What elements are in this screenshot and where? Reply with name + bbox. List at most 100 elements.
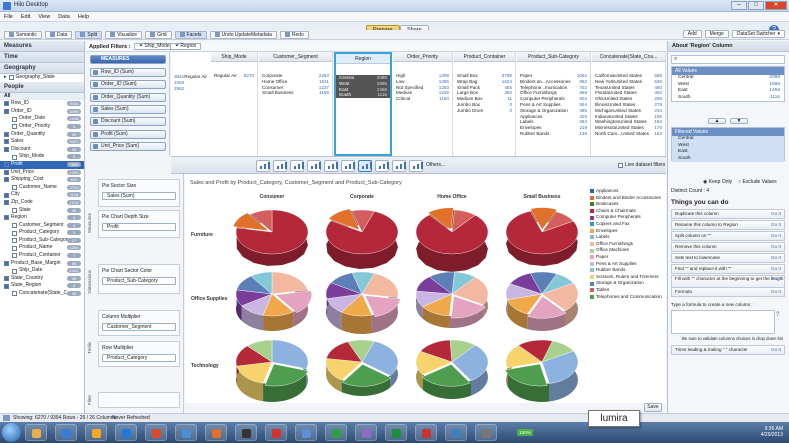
trim-action[interactable]: Trims leading & trailing " " character Go… <box>671 345 785 355</box>
pie-1-0[interactable] <box>235 271 312 331</box>
checkbox[interactable] <box>12 222 17 228</box>
measure-item[interactable]: Unit_Price (Sum) <box>90 141 166 151</box>
go-link[interactable]: Go It <box>771 210 781 218</box>
trim-go-link[interactable]: Go It <box>771 346 781 354</box>
action-item[interactable]: Sets text to lowercase Go It <box>671 253 785 263</box>
action-item[interactable]: Remove this column Go It <box>671 242 785 252</box>
checkbox[interactable] <box>4 131 9 137</box>
go-link[interactable]: Go It <box>771 243 781 251</box>
sidebar-item-region[interactable]: Region 4 <box>0 214 84 222</box>
pie-2-3[interactable] <box>504 339 579 402</box>
sidebar-section-people[interactable]: People <box>0 81 84 93</box>
pie-3d-chart-icon[interactable] <box>358 160 372 172</box>
go-link[interactable]: Go It <box>771 221 781 229</box>
excel-taskbar-icon[interactable] <box>325 424 347 441</box>
move-up-button[interactable]: ▲ <box>708 118 726 124</box>
pie-depth-size-field[interactable]: Profit <box>102 223 176 231</box>
facet-value[interactable]: North Caro...United States 152 <box>592 131 665 137</box>
checkbox[interactable] <box>4 101 9 107</box>
checkbox[interactable] <box>12 185 17 191</box>
facet-value[interactable]: Jumbo Drum 0 <box>454 108 515 114</box>
sidebar-item-order-quantity[interactable]: Order_Quantity 50 <box>0 131 84 139</box>
checkbox[interactable] <box>12 291 17 297</box>
go-link[interactable]: Go It <box>771 232 781 240</box>
facet-column-region[interactable]: Region Central 2098 West 1598 East 1458 South 11… <box>334 52 392 156</box>
pie-0-3[interactable] <box>505 207 579 266</box>
move-down-button[interactable]: ▼ <box>730 118 748 124</box>
checkbox[interactable] <box>12 253 17 259</box>
redo-button[interactable]: Redo <box>279 30 309 39</box>
menu-help[interactable]: Help <box>78 14 89 20</box>
legend-entry[interactable]: Storage & Organization <box>590 280 664 287</box>
sidebar-item-ship-date[interactable]: Ship_Date 1422 <box>0 267 84 275</box>
filter-chip-ship-mode[interactable]: ⏷ Ship_Mode <box>134 43 175 50</box>
legend-entry[interactable]: Office Furnishings <box>590 241 664 248</box>
pie-2-1[interactable] <box>325 339 399 396</box>
pie-sector-size-field[interactable]: Sales (Sum) <box>102 192 176 200</box>
pie-0-0[interactable] <box>232 209 309 266</box>
checkbox[interactable] <box>4 192 9 198</box>
checkbox[interactable] <box>4 169 9 175</box>
scatter-chart-icon[interactable] <box>341 160 355 172</box>
filtered-value-item[interactable]: South <box>672 155 784 162</box>
sidebar-item-product-sub-category[interactable]: Product_Sub-Category 17 <box>0 237 84 245</box>
checkbox[interactable] <box>4 260 9 266</box>
go-link[interactable]: Go It <box>771 288 781 296</box>
checkbox[interactable] <box>4 200 9 206</box>
network-taskbar-icon[interactable] <box>295 424 317 441</box>
exclude-values-radio[interactable]: ○ Exclude Values <box>738 179 777 185</box>
grid-button[interactable]: Grid <box>145 30 172 39</box>
facets-button[interactable]: Facets <box>174 30 207 39</box>
maximize-button[interactable]: □ <box>748 1 764 10</box>
sidebar-item-shipping-cost[interactable]: Shipping_Cost 629 <box>0 176 84 184</box>
sidebar-section-geography[interactable]: Geography <box>0 63 84 74</box>
row-multiplier-field[interactable]: Product_Category <box>102 354 176 362</box>
checkbox[interactable] <box>4 147 9 153</box>
map-chart-icon[interactable] <box>392 160 406 172</box>
facet-column-product-sub-category[interactable]: Product_Sub-Category Paper 1062 Binders an.… <box>517 52 591 156</box>
checkbox[interactable] <box>12 268 17 274</box>
filter-chip-region[interactable]: ⏷ Region <box>170 43 202 50</box>
pie-1-2[interactable] <box>415 271 489 328</box>
merge-button[interactable]: Merge <box>704 30 729 38</box>
pdf-taskbar-icon[interactable] <box>415 424 437 441</box>
pie-0-1[interactable] <box>325 208 399 269</box>
facet-header[interactable]: Region <box>336 54 390 64</box>
add-button[interactable]: Add <box>682 30 702 38</box>
facet-header[interactable]: Ship_Mode <box>211 52 257 62</box>
sidebar-item-order-date[interactable]: Order_Date 1418 <box>0 115 84 123</box>
table-row[interactable]: 2962 <box>171 86 209 92</box>
area-chart-icon[interactable] <box>307 160 321 172</box>
sidebar-item-ship-mode[interactable]: Ship_Mode 3 <box>0 153 84 161</box>
filter-box[interactable] <box>98 392 180 408</box>
facet-value[interactable]: South 1116 <box>336 92 390 99</box>
firefox-taskbar-icon[interactable] <box>145 424 167 441</box>
sidebar-item-state-country[interactable]: State_Country 49 <box>0 275 84 283</box>
sidebar-item-row-id[interactable]: Row_ID 9426 <box>0 100 84 108</box>
legend-entry[interactable]: Copiers and Fax <box>590 221 664 228</box>
go-link[interactable]: Go It <box>771 276 781 282</box>
save-button[interactable]: Save <box>644 403 662 412</box>
action-item[interactable]: Formula Go It <box>671 287 785 297</box>
pie-chart-icon[interactable] <box>290 160 304 172</box>
checkbox[interactable] <box>12 230 17 236</box>
minimize-button[interactable]: – <box>731 1 747 10</box>
measure-item[interactable]: Row_ID (Sum) <box>90 68 166 77</box>
menu-edit[interactable]: Edit <box>21 14 30 20</box>
checkbox[interactable] <box>4 109 9 115</box>
pie-1-3[interactable] <box>505 271 579 331</box>
facet-header[interactable]: Product_Sub-Category <box>517 52 590 62</box>
sidebar-item-customer-segment[interactable]: Customer_Segment 4 <box>0 222 84 230</box>
facet-column-customer-segment[interactable]: Customer_Segment Corporate 2263 Home Office… <box>259 52 333 156</box>
legend-entry[interactable]: Office Machines <box>590 247 664 254</box>
sidebar-item-state-region[interactable]: State_Region 4 <box>0 282 84 290</box>
facet-header[interactable]: Order_Priority <box>393 52 452 62</box>
outlook-taskbar-icon[interactable] <box>445 424 467 441</box>
sidebar-item-product-category[interactable]: Product_Category 3 <box>0 229 84 237</box>
app-taskbar-icon[interactable] <box>265 424 287 441</box>
checkbox[interactable] <box>12 154 17 160</box>
facet-header[interactable]: Concatenate(State_Cou... <box>592 52 665 62</box>
battery-indicator[interactable]: 100% <box>517 429 533 436</box>
explorer-taskbar-icon[interactable] <box>25 424 47 441</box>
menu-data[interactable]: Data <box>58 14 70 20</box>
